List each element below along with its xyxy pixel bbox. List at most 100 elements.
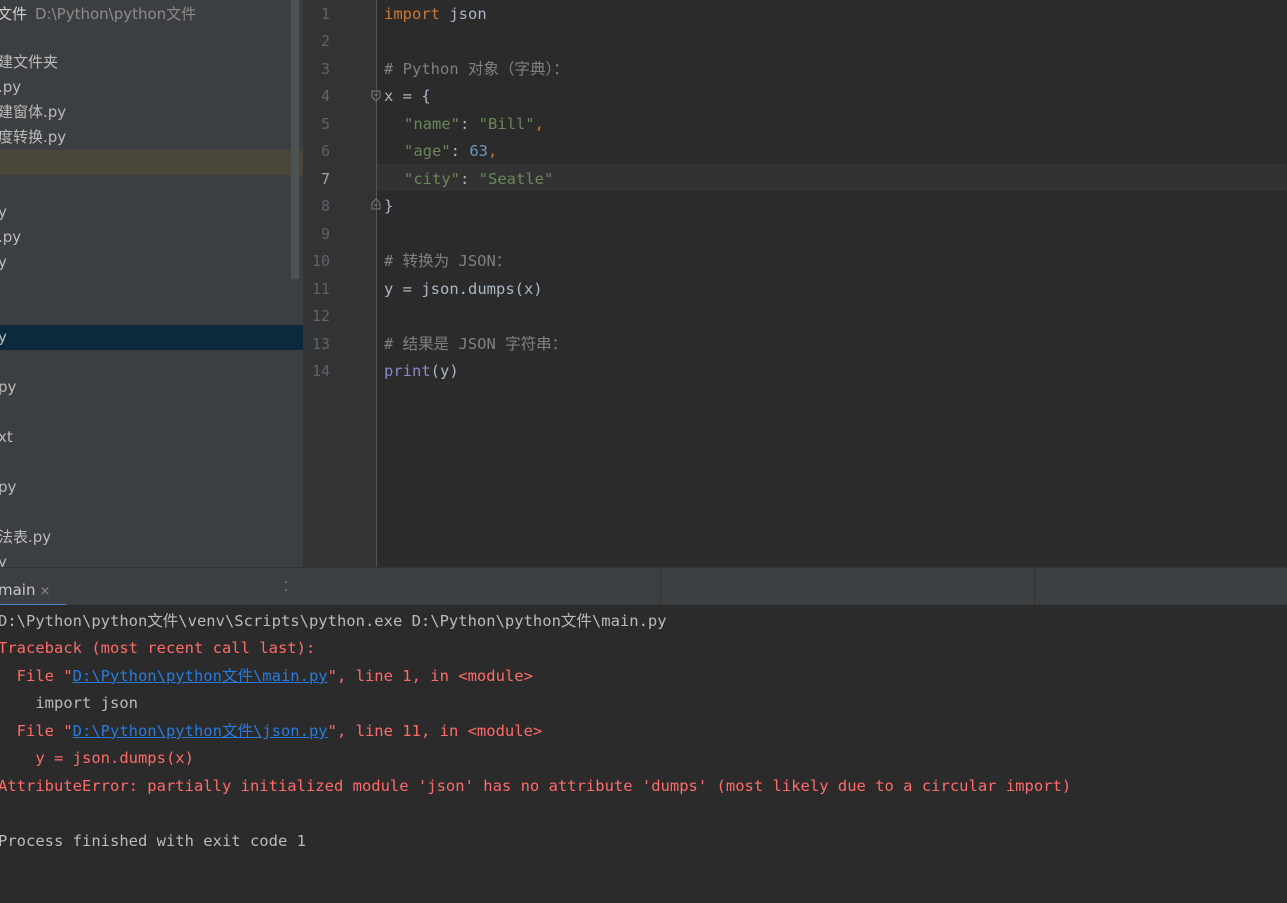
tree-item-label: py xyxy=(0,478,17,496)
tree-item-label: 法表.py xyxy=(0,528,52,546)
tree-item[interactable]: py xyxy=(0,375,303,400)
exit-status: Process finished with exit code 1 xyxy=(0,832,306,850)
sidebar-scrollbar[interactable] xyxy=(291,0,299,279)
builtin-token: print xyxy=(384,362,431,380)
fold-close-icon[interactable] xyxy=(371,198,381,210)
tree-item[interactable] xyxy=(0,275,303,300)
tree-item-label: y xyxy=(0,553,7,567)
line-number: 5 xyxy=(320,115,330,133)
run-tab-bar: main × · · xyxy=(0,567,1287,607)
tree-item-label: py xyxy=(0,378,17,396)
tree-item[interactable]: 建窗体.py xyxy=(0,100,303,125)
traceback-code-1: import json xyxy=(0,694,138,712)
code-line-4: x = { xyxy=(384,87,431,105)
traceback-code-2: y = json.dumps(x) xyxy=(0,749,194,767)
code-line-1: import json xyxy=(384,4,487,24)
tree-item[interactable]: .py xyxy=(0,75,303,100)
tree-item[interactable] xyxy=(0,450,303,475)
code-line-7: "city": "Seatle" xyxy=(404,169,553,189)
code-line-11: y = json.dumps(x) xyxy=(384,280,543,298)
traceback-frame-2: File "D:\Python\python文件\json.py", line … xyxy=(0,721,543,741)
code-line-13: # 结果是 JSON 字符串： xyxy=(384,335,568,353)
line-number: 9 xyxy=(320,225,330,243)
comma-token: , xyxy=(534,115,545,133)
tree-item[interactable] xyxy=(0,400,303,425)
tree-item[interactable] xyxy=(0,300,303,325)
code-token: : xyxy=(460,170,479,188)
error-message: AttributeError: partially initialized mo… xyxy=(0,777,1072,795)
code-line-6: "age": 63, xyxy=(404,141,497,161)
code-token: : xyxy=(450,142,470,160)
tree-item[interactable]: y xyxy=(0,250,303,275)
line-number: 2 xyxy=(320,32,330,50)
frame-suffix: ", line 11, in <module> xyxy=(327,722,543,740)
toolbar-divider xyxy=(1034,568,1035,605)
project-root-path: D:\Python\python文件 xyxy=(35,5,197,23)
code-line-14: print(y) xyxy=(384,361,459,381)
fold-open-icon[interactable] xyxy=(371,90,381,102)
line-number: 12 xyxy=(311,307,330,325)
string-token: "Bill" xyxy=(478,115,535,133)
tree-item[interactable]: xt xyxy=(0,425,303,450)
tree-item-highlighted[interactable] xyxy=(0,150,303,175)
tree-item[interactable] xyxy=(0,175,303,200)
run-tab-label: main xyxy=(0,581,36,599)
tree-item-label: xt xyxy=(0,428,13,446)
line-number: 10 xyxy=(311,252,330,270)
line-number: 14 xyxy=(311,362,330,380)
project-root[interactable]: 文件 D:\Python\python文件 xyxy=(0,3,196,25)
tree-item[interactable] xyxy=(0,350,303,375)
string-token: "Seatle" xyxy=(478,170,554,188)
tree-item[interactable]: y xyxy=(0,200,303,225)
tree-item[interactable]: py xyxy=(0,475,303,500)
tree-item[interactable]: 法表.py xyxy=(0,525,303,550)
tree-item[interactable]: y xyxy=(0,550,303,567)
string-token: "name" xyxy=(404,115,460,133)
more-options-icon[interactable]: · · xyxy=(284,577,288,598)
string-token: "city" xyxy=(404,170,460,188)
keyword-token: import xyxy=(384,5,440,23)
line-number: 13 xyxy=(311,335,330,353)
code-token: json xyxy=(440,5,487,23)
line-number-gutter: 1 2 3 4 5 6 7 8 9 10 11 12 13 14 xyxy=(303,0,381,567)
file-link-json[interactable]: D:\Python\python文件\json.py xyxy=(73,722,328,740)
code-token: : xyxy=(460,115,479,133)
tree-item-label: y xyxy=(0,328,7,346)
tree-item-selected[interactable]: y xyxy=(0,325,303,350)
code-editor[interactable]: 1 2 3 4 5 6 7 8 9 10 11 12 13 14 import … xyxy=(303,0,1287,567)
frame-suffix: ", line 1, in <module> xyxy=(327,667,533,685)
code-line-8: } xyxy=(384,197,394,215)
code-token: (y) xyxy=(430,362,459,380)
frame-prefix: File " xyxy=(0,722,73,740)
tree-item-label: y xyxy=(0,253,7,271)
line-number: 1 xyxy=(320,5,330,23)
tree-item-label: 建窗体.py xyxy=(0,103,67,121)
code-line-10: # 转换为 JSON： xyxy=(384,252,512,270)
project-tree: 建文件夹 .py 建窗体.py 度转换.py y .py y y py xt p… xyxy=(0,50,303,567)
tree-item-label: .py xyxy=(0,78,22,96)
tree-item[interactable] xyxy=(0,500,303,525)
string-token: "age" xyxy=(404,142,451,160)
frame-prefix: File " xyxy=(0,667,73,685)
run-tab-main[interactable]: main × xyxy=(0,568,66,607)
traceback-header: Traceback (most recent call last): xyxy=(0,639,316,657)
project-root-name: 文件 xyxy=(0,5,28,23)
tree-item[interactable]: 建文件夹 xyxy=(0,50,303,75)
tree-item[interactable]: 度转换.py xyxy=(0,125,303,150)
line-number: 8 xyxy=(320,197,330,215)
tree-item[interactable]: .py xyxy=(0,225,303,250)
tree-item-label: y xyxy=(0,203,7,221)
run-console[interactable]: D:\Python\python文件\venv\Scripts\python.e… xyxy=(0,605,1287,903)
line-number: 4 xyxy=(320,87,330,105)
tree-item-label: 度转换.py xyxy=(0,128,67,146)
console-command-line: D:\Python\python文件\venv\Scripts\python.e… xyxy=(0,612,667,630)
line-number-active: 7 xyxy=(320,170,330,188)
code-line-5: "name": "Bill", xyxy=(404,114,544,134)
project-tool-window: 文件 D:\Python\python文件 建文件夹 .py 建窗体.py 度转换… xyxy=(0,0,303,567)
tree-item-label: .py xyxy=(0,228,22,246)
close-icon[interactable]: × xyxy=(39,584,50,599)
tree-item-label: 建文件夹 xyxy=(0,53,59,71)
code-line-3: # Python 对象（字典）： xyxy=(384,60,569,78)
file-link-main[interactable]: D:\Python\python文件\main.py xyxy=(73,667,328,685)
number-token: 63 xyxy=(469,142,489,160)
